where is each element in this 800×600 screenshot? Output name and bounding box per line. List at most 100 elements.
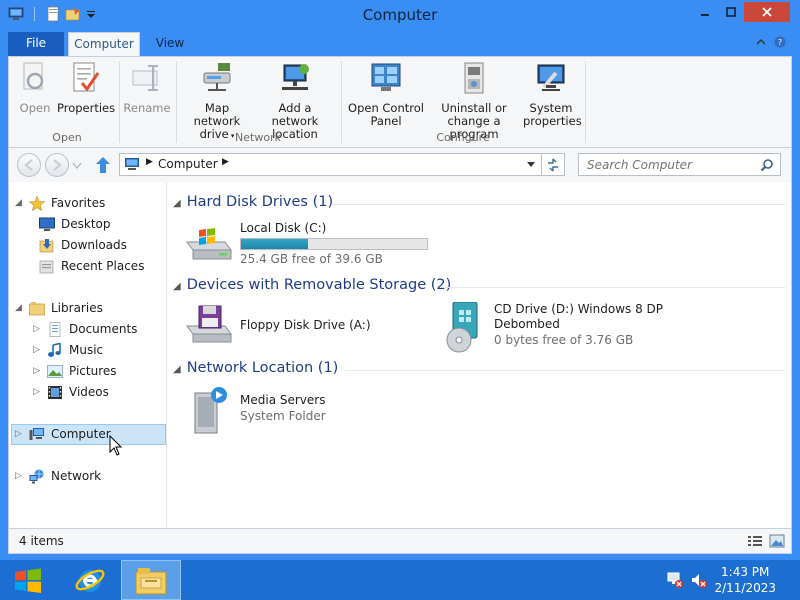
main-pane: ◢ Hard Disk Drives (1) Local Disk (C:) 25… bbox=[169, 182, 791, 528]
taskbar: 1:43 PM 2/11/2023 bbox=[0, 560, 800, 600]
group-header-removable[interactable]: ◢ Devices with Removable Storage (2) bbox=[173, 277, 451, 297]
cd-drive-icon bbox=[446, 302, 478, 353]
nav-downloads-label: Downloads bbox=[61, 238, 127, 252]
search-box[interactable] bbox=[578, 153, 781, 176]
properties-label: Properties bbox=[57, 101, 116, 115]
collapsed-arrow-icon[interactable]: ▷ bbox=[15, 425, 25, 443]
drive-floppy[interactable]: Floppy Disk Drive (A:) bbox=[185, 302, 415, 350]
group-removable-title: Devices with Removable Storage (2) bbox=[186, 277, 452, 293]
system-tray bbox=[666, 571, 708, 589]
large-icons-view-icon[interactable] bbox=[769, 534, 785, 548]
details-view-icon[interactable] bbox=[747, 534, 763, 548]
tab-view[interactable]: View bbox=[148, 32, 192, 56]
star-icon bbox=[29, 196, 45, 211]
group-header-network-location[interactable]: ◢ Network Location (1) bbox=[173, 360, 338, 380]
minimize-button[interactable] bbox=[692, 2, 718, 22]
file-explorer-icon bbox=[135, 568, 167, 595]
start-button[interactable] bbox=[0, 560, 56, 600]
collapsed-arrow-icon[interactable]: ▷ bbox=[33, 320, 43, 338]
open-control-panel-button[interactable]: Open Control Panel bbox=[347, 61, 425, 128]
documents-icon bbox=[49, 322, 61, 337]
computer-icon bbox=[29, 428, 44, 440]
title-bar: Computer bbox=[0, 0, 800, 30]
drive-cd[interactable]: CD Drive (D:) Windows 8 DP Debombed 0 by… bbox=[439, 302, 779, 358]
system-properties-button[interactable]: System properties bbox=[523, 61, 582, 128]
control-panel-icon bbox=[371, 63, 401, 91]
up-arrow-icon[interactable] bbox=[95, 156, 111, 174]
forward-arrow-icon bbox=[53, 159, 62, 171]
navigation-bar: ▶ Computer ▶ bbox=[8, 148, 792, 182]
tab-file[interactable]: File bbox=[8, 32, 64, 56]
group-collapse-icon[interactable]: ◢ bbox=[173, 198, 181, 209]
search-input[interactable] bbox=[587, 155, 757, 174]
recent-locations-dropdown-icon[interactable] bbox=[72, 162, 82, 170]
media-servers-type: System Folder bbox=[240, 409, 326, 423]
nav-music-label: Music bbox=[69, 343, 104, 357]
uninstall-program-button[interactable]: Uninstall or change a program bbox=[425, 61, 523, 141]
window-title: Computer bbox=[362, 6, 438, 24]
media-servers[interactable]: Media Servers System Folder bbox=[185, 385, 385, 437]
nav-libraries-label: Libraries bbox=[51, 301, 103, 315]
ribbon-tabs: File Computer View ? bbox=[8, 32, 792, 56]
system-properties-label-2: properties bbox=[523, 114, 582, 128]
breadcrumb-separator-icon[interactable]: ▶ bbox=[146, 157, 153, 167]
open-control-panel-label-2: Panel bbox=[370, 114, 402, 128]
collapsed-arrow-icon[interactable]: ▷ bbox=[33, 341, 43, 359]
properties-button[interactable]: Properties bbox=[57, 61, 116, 115]
rename-button[interactable]: Rename bbox=[123, 61, 171, 115]
content-area: ◢ Favorites Desktop Downloads Recent Pla… bbox=[8, 182, 792, 528]
nav-network-label: Network bbox=[51, 469, 102, 483]
group-label-open: Open bbox=[52, 131, 82, 144]
uninstall-icon bbox=[464, 62, 484, 94]
taskbar-file-explorer[interactable] bbox=[121, 560, 181, 600]
expanded-arrow-icon[interactable]: ◢ bbox=[15, 299, 25, 317]
network-tray-icon[interactable] bbox=[666, 571, 684, 589]
address-bar[interactable]: ▶ Computer ▶ bbox=[119, 153, 543, 176]
local-disk-free-space: 25.4 GB free of 39.6 GB bbox=[240, 252, 383, 266]
breadcrumb-computer[interactable]: Computer bbox=[158, 157, 218, 171]
pictures-icon bbox=[47, 365, 63, 378]
expanded-arrow-icon[interactable]: ◢ bbox=[15, 194, 25, 212]
navigation-pane: ◢ Favorites Desktop Downloads Recent Pla… bbox=[9, 182, 167, 528]
expand-ribbon-icon[interactable] bbox=[756, 36, 766, 48]
address-dropdown-icon[interactable] bbox=[526, 161, 536, 169]
help-icon[interactable]: ? bbox=[774, 36, 786, 48]
map-network-drive-label-1: Map network bbox=[193, 101, 241, 128]
local-disk-usage-bar bbox=[240, 238, 428, 250]
group-hard-disk-title: Hard Disk Drives (1) bbox=[186, 194, 334, 210]
media-server-icon bbox=[194, 387, 227, 434]
collapsed-arrow-icon[interactable]: ▷ bbox=[33, 362, 43, 380]
close-icon bbox=[762, 7, 772, 17]
volume-muted-icon[interactable] bbox=[690, 571, 708, 589]
group-collapse-icon[interactable]: ◢ bbox=[173, 364, 181, 375]
ribbon-separator bbox=[119, 61, 120, 143]
open-button[interactable]: Open bbox=[15, 61, 55, 115]
forward-button[interactable] bbox=[45, 153, 69, 177]
rename-icon bbox=[132, 65, 158, 91]
music-icon bbox=[48, 343, 61, 357]
breadcrumb-chevron-icon[interactable]: ▶ bbox=[222, 157, 229, 167]
collapsed-arrow-icon[interactable]: ▷ bbox=[33, 383, 43, 401]
properties-check-icon bbox=[73, 62, 100, 92]
cd-drive-free-space: 0 bytes free of 3.76 GB bbox=[494, 333, 634, 347]
tab-computer[interactable]: Computer bbox=[68, 32, 140, 56]
group-header-hard-disk[interactable]: ◢ Hard Disk Drives (1) bbox=[173, 194, 333, 214]
taskbar-internet-explorer[interactable] bbox=[60, 560, 120, 600]
svg-text:?: ? bbox=[778, 38, 782, 47]
add-network-location-button[interactable]: Add a network location bbox=[255, 61, 335, 141]
close-button[interactable] bbox=[744, 2, 790, 22]
recent-places-icon bbox=[39, 260, 54, 274]
system-properties-icon bbox=[537, 64, 565, 91]
ribbon-separator bbox=[585, 61, 586, 143]
collapsed-arrow-icon[interactable]: ▷ bbox=[15, 467, 25, 485]
ribbon-separator bbox=[341, 61, 342, 143]
back-button[interactable] bbox=[17, 153, 41, 177]
group-collapse-icon[interactable]: ◢ bbox=[173, 281, 181, 292]
maximize-button[interactable] bbox=[718, 2, 744, 22]
refresh-button[interactable] bbox=[541, 153, 565, 176]
network-icon bbox=[29, 469, 44, 484]
back-arrow-icon bbox=[24, 159, 33, 171]
drive-local-disk[interactable]: Local Disk (C:) 25.4 GB free of 39.6 GB bbox=[185, 218, 485, 268]
search-icon[interactable] bbox=[760, 158, 774, 172]
clock[interactable]: 1:43 PM 2/11/2023 bbox=[714, 564, 776, 596]
